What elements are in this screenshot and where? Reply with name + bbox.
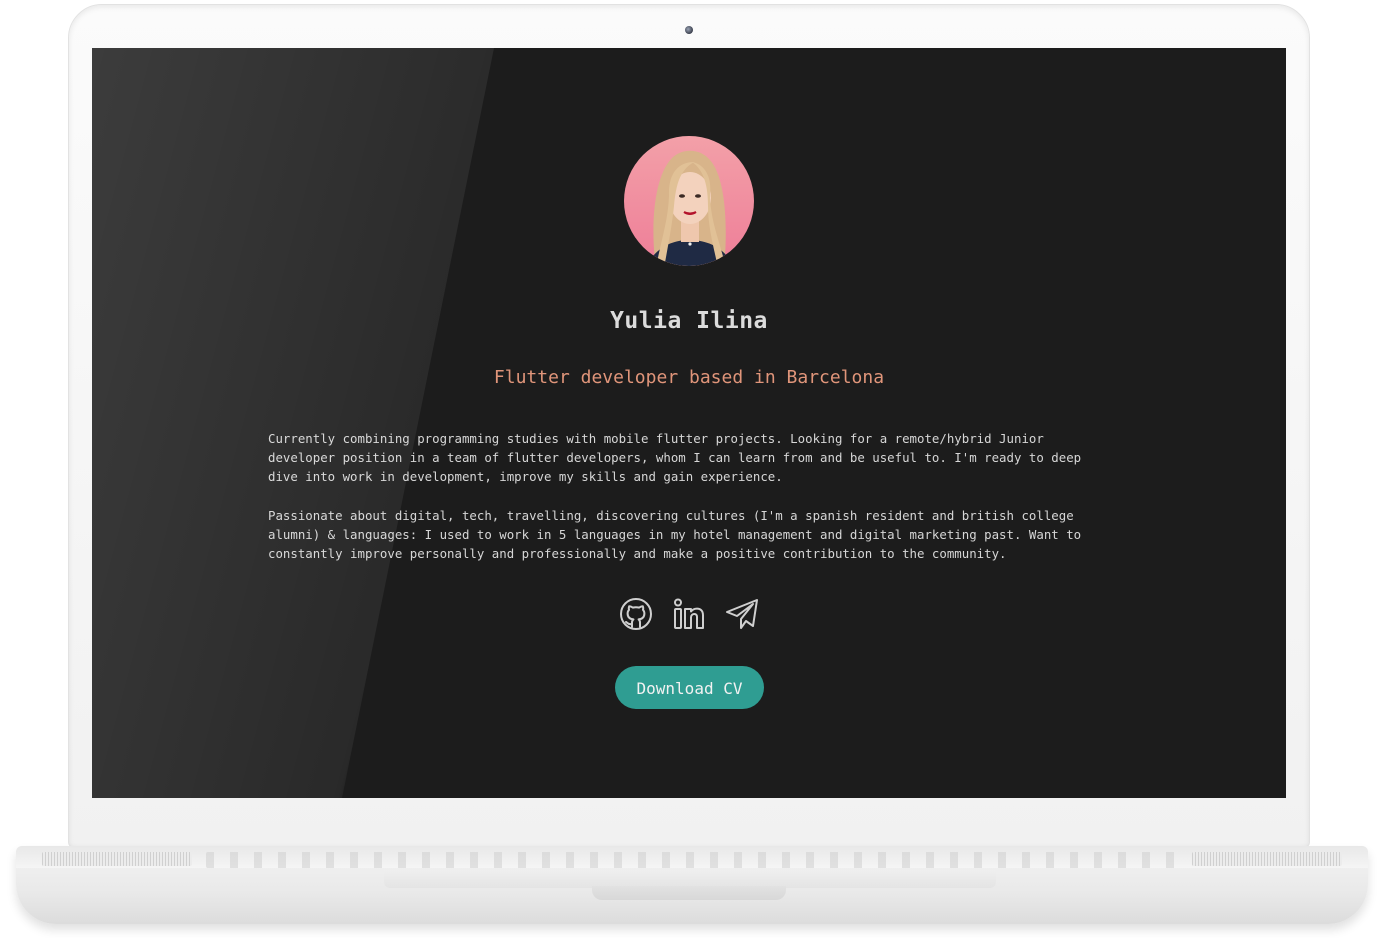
- speaker-grille-right: [1192, 852, 1342, 866]
- profile-name: Yulia Ilina: [610, 308, 768, 334]
- laptop-screen: Yulia Ilina Flutter developer based in B…: [92, 48, 1286, 798]
- linkedin-link[interactable]: [671, 596, 707, 632]
- bio-paragraph: Currently combining programming studies …: [268, 431, 1082, 484]
- social-links: [618, 596, 760, 632]
- keyboard-keys: [206, 852, 1178, 868]
- profile-photo: [624, 136, 754, 266]
- linkedin-icon: [674, 598, 704, 629]
- webcam: [685, 26, 693, 34]
- laptop-mockup: Yulia Ilina Flutter developer based in B…: [0, 0, 1384, 938]
- github-link[interactable]: [618, 596, 654, 632]
- bio-paragraph: Passionate about digital, tech, travelli…: [268, 508, 1082, 561]
- keyboard-deck: [16, 846, 1368, 868]
- download-cv-button[interactable]: Download CV: [615, 666, 764, 709]
- profile-bio: Currently combining programming studies …: [268, 429, 1098, 583]
- profile-subtitle: Flutter developer based in Barcelona: [493, 367, 885, 388]
- github-icon: [620, 598, 652, 630]
- telegram-link[interactable]: [724, 596, 760, 632]
- telegram-icon: [726, 599, 758, 629]
- profile-avatar: [624, 136, 754, 266]
- lid-notch: [592, 886, 786, 900]
- speaker-grille-left: [42, 852, 192, 866]
- portfolio-page: Yulia Ilina Flutter developer based in B…: [92, 48, 1286, 798]
- laptop-base: [16, 846, 1368, 924]
